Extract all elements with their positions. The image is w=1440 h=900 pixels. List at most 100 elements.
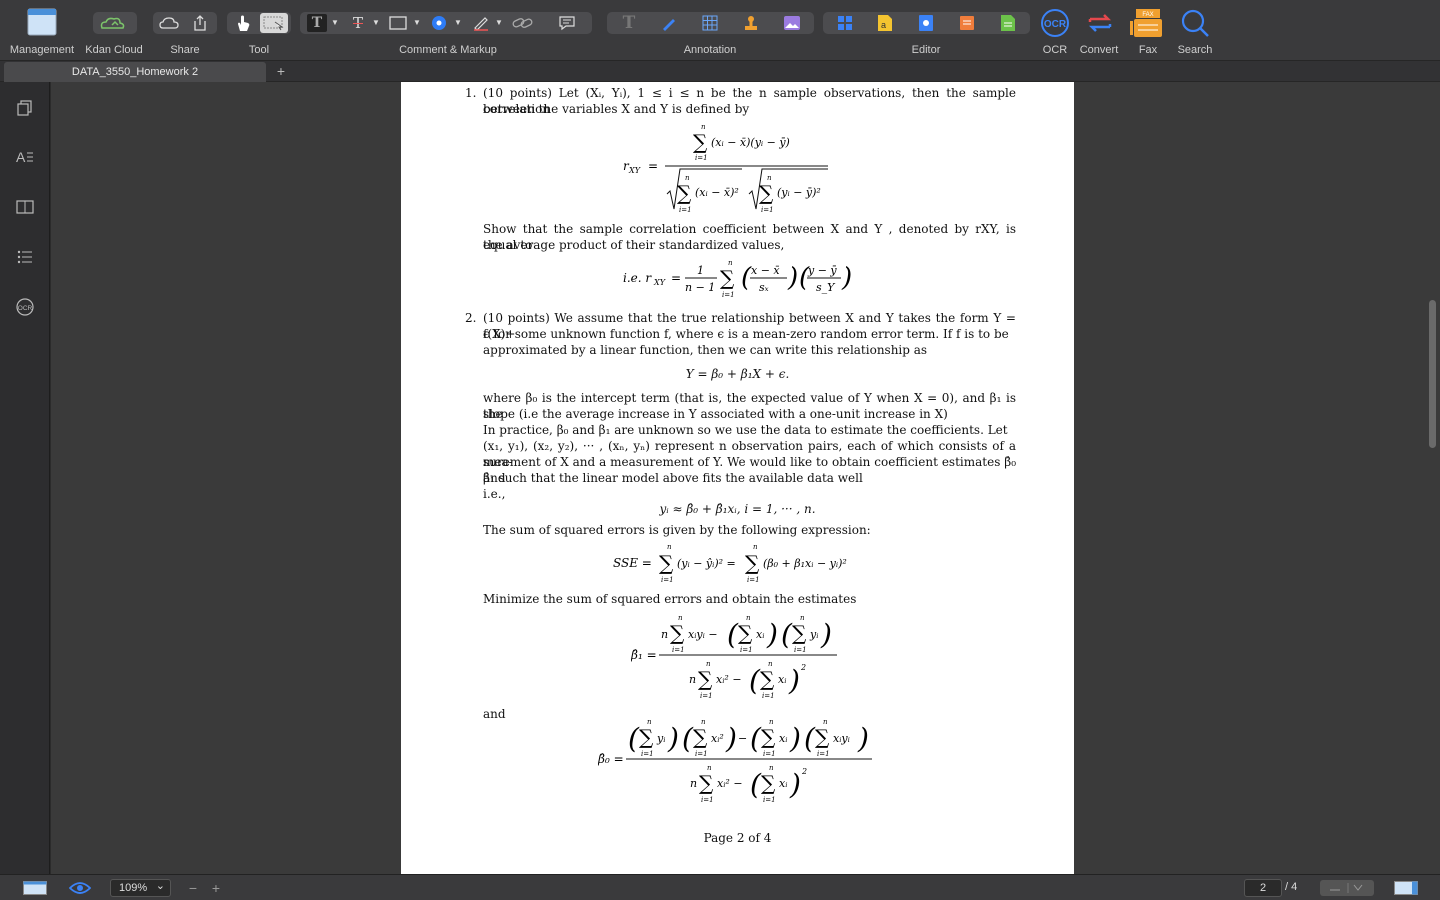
document-viewport[interactable]: 1. (10 points) Let (Xᵢ, Yᵢ), 1 ≤ i ≤ n b… [51, 82, 1440, 874]
chevron-down-icon[interactable]: ▼ [454, 19, 462, 27]
svg-text:∑: ∑ [761, 771, 776, 795]
ocr-sidebar-icon[interactable]: OCR [13, 295, 37, 319]
text-box-icon[interactable]: T [307, 14, 327, 32]
svg-text:i=1: i=1 [762, 692, 775, 700]
q2-para-line-6: β̂₁ such that the linear model above fit… [483, 471, 863, 485]
link-icon[interactable] [512, 14, 534, 32]
chevron-down-icon[interactable]: ▼ [413, 19, 421, 27]
svg-text:i=1: i=1 [763, 796, 776, 804]
page-nav-control[interactable] [1320, 880, 1374, 896]
svg-text:xᵢyᵢ: xᵢyᵢ [833, 732, 850, 745]
text-strike-icon[interactable]: T [348, 14, 368, 32]
svg-text:i=1: i=1 [695, 750, 708, 758]
rectangle-icon[interactable] [388, 14, 408, 32]
svg-text:∑: ∑ [699, 771, 714, 795]
correlation-formula-graphic: r XY = n ∑ i=1 (xᵢ − x̄)(yᵢ − ȳ) n ∑ i=1… [623, 123, 828, 214]
color-picker-icon[interactable] [429, 14, 449, 32]
svg-text:n − 1: n − 1 [685, 281, 715, 294]
correlation-formula: r XY = n ∑ i=1 (xᵢ − x̄)(yᵢ − ȳ) n ∑ i=1… [401, 122, 1074, 218]
svg-text:): ) [841, 263, 852, 293]
zoom-in-button[interactable]: + [209, 879, 223, 897]
svg-text:xᵢ²: xᵢ² [711, 732, 724, 745]
svg-text:i=1: i=1 [747, 576, 760, 584]
svg-text:y − ȳ: y − ȳ [807, 264, 837, 277]
vertical-scrollbar[interactable] [1429, 300, 1436, 448]
share-icon[interactable] [190, 13, 210, 33]
zoom-out-button[interactable]: − [186, 879, 200, 897]
svg-text:A: A [16, 149, 26, 165]
svg-text:=: = [671, 271, 681, 285]
annotation-group: T Annotation [606, 0, 816, 60]
ocr-button[interactable]: OCR OCR [1034, 0, 1076, 60]
svg-text:): ) [857, 722, 869, 755]
minimize-text: Minimize the sum of squared errors and o… [483, 592, 857, 606]
chevron-down-icon[interactable]: ▼ [372, 19, 380, 27]
stamp-icon[interactable] [740, 14, 762, 32]
signature-icon[interactable] [658, 14, 680, 32]
sidebar-toggle-icon[interactable] [22, 880, 48, 896]
text-edit-icon[interactable]: A [13, 145, 37, 169]
cloud-icon[interactable] [158, 14, 180, 32]
management-button[interactable]: Management [0, 0, 84, 60]
hand-tool-icon[interactable] [232, 13, 254, 33]
left-sidebar: A OCR [0, 82, 50, 874]
svg-text:i=1: i=1 [679, 206, 692, 214]
fax-button[interactable]: FAX Fax [1126, 0, 1172, 60]
svg-text:a: a [881, 20, 886, 30]
page-total: / 4 [1285, 881, 1298, 893]
chevron-down-icon[interactable]: ▼ [331, 19, 339, 27]
image-icon[interactable] [781, 14, 803, 32]
svg-text:∑: ∑ [677, 181, 692, 205]
thumbnails-icon[interactable] [13, 96, 37, 120]
page-thumbnails-icon[interactable] [834, 14, 856, 32]
spreadsheet-icon[interactable] [997, 14, 1019, 32]
svg-text:∑: ∑ [698, 667, 713, 691]
document-tab[interactable]: DATA_3550_Homework 2 [4, 62, 266, 82]
kdan-cloud-button[interactable]: Kdan Cloud [84, 0, 144, 60]
table-icon[interactable] [699, 14, 721, 32]
svg-text:i=1: i=1 [641, 750, 654, 758]
zoom-value: 109% [119, 882, 148, 894]
svg-text:i=1: i=1 [722, 291, 735, 298]
svg-text:i=1: i=1 [761, 206, 774, 214]
q2-line-2: ϵ for some unknown function f, where ϵ i… [483, 327, 1009, 341]
management-icon [27, 8, 57, 36]
view-mode-icon[interactable] [68, 880, 92, 896]
search-icon [1180, 8, 1210, 38]
svg-text:xᵢ: xᵢ [779, 732, 787, 745]
ocr-label: OCR [1042, 44, 1068, 56]
svg-text:yᵢ: yᵢ [656, 732, 665, 745]
search-button[interactable]: Search [1172, 0, 1218, 60]
add-tab-button[interactable]: + [272, 61, 290, 81]
edit-image-icon[interactable] [915, 14, 937, 32]
svg-text:∑: ∑ [745, 551, 760, 575]
pen-icon[interactable] [471, 14, 491, 32]
svg-text:∑: ∑ [720, 266, 735, 290]
convert-button[interactable]: Convert [1077, 0, 1123, 60]
q2-ie: i.e., [483, 487, 506, 501]
svg-text:i=1: i=1 [817, 750, 830, 758]
layout-toggle-icon[interactable] [1394, 880, 1418, 896]
svg-text:xᵢyᵢ −: xᵢyᵢ − [688, 628, 718, 641]
question-2-number: 2. [465, 311, 477, 325]
comment-icon[interactable] [556, 14, 578, 32]
page-number-input[interactable]: 2 [1244, 879, 1282, 897]
svg-text:XY: XY [628, 166, 641, 175]
svg-text:i=1: i=1 [740, 646, 753, 654]
select-tool-icon[interactable] [260, 13, 288, 33]
svg-text:i=1: i=1 [700, 692, 713, 700]
svg-text:n: n [661, 628, 668, 641]
zoom-select[interactable]: 109% ⌄ [110, 879, 171, 897]
chevron-down-icon[interactable]: ▼ [495, 19, 503, 27]
presentation-icon[interactable] [956, 14, 978, 32]
svg-text:i=1: i=1 [763, 750, 776, 758]
standardized-formula: i.e. r XY = 1 n − 1 n ∑ i=1 ( x − x̄ sₓ … [401, 258, 1074, 298]
ocr-icon: OCR [1039, 8, 1071, 38]
outline-list-icon[interactable] [13, 245, 37, 269]
sse-formula-graphic: SSE = n ∑ i=1 (yᵢ − ŷᵢ)² = n ∑ i=1 (β₀ +… [613, 543, 847, 584]
typewriter-icon[interactable]: T [618, 13, 640, 33]
q1-intro-line-2: between the variables X and Y is defined… [483, 102, 750, 116]
svg-text:2: 2 [800, 663, 806, 672]
reading-mode-icon[interactable] [13, 195, 37, 219]
edit-text-icon[interactable]: a [874, 14, 896, 32]
